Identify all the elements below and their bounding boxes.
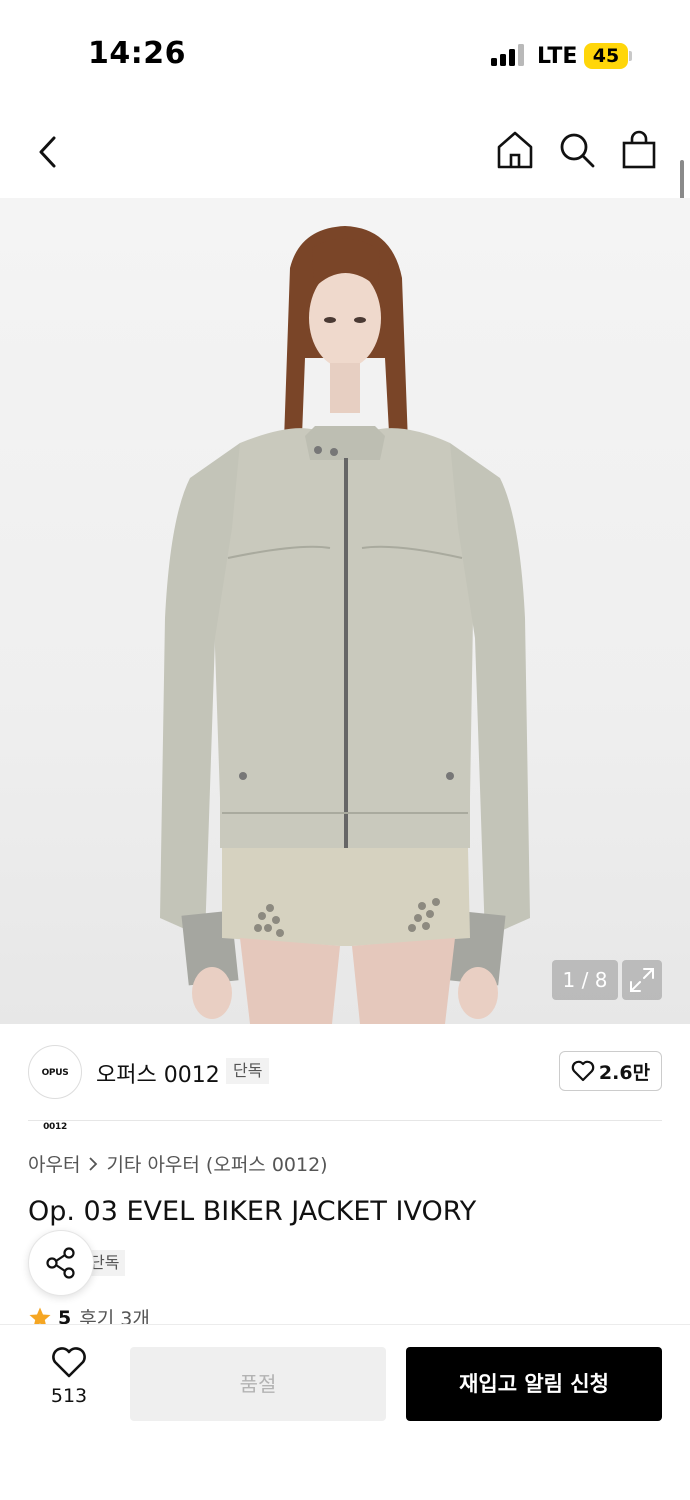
product-photo: [160, 226, 530, 1024]
expand-button[interactable]: [622, 960, 662, 1000]
wishlist-button[interactable]: 513: [38, 1347, 100, 1425]
share-icon: [46, 1247, 75, 1279]
brand-like-button[interactable]: 2.6만: [559, 1051, 662, 1091]
brand-name[interactable]: 오퍼스 0012: [96, 1057, 220, 1089]
chevron-left-icon: [39, 136, 56, 168]
search-button[interactable]: [555, 128, 599, 172]
share-button[interactable]: [28, 1230, 94, 1296]
restock-alert-button[interactable]: 재입고 알림 신청: [406, 1347, 662, 1421]
network-label: LTE: [537, 44, 578, 69]
heart-icon: [571, 1060, 595, 1082]
brand-logo[interactable]: OPUS 0012: [28, 1045, 82, 1132]
expand-icon: [630, 968, 654, 992]
home-icon: [497, 131, 533, 169]
search-icon: [560, 133, 595, 168]
breadcrumb-subcategory[interactable]: 기타 아우터 (오퍼스 0012): [106, 1150, 327, 1177]
status-time: 14:26: [88, 36, 186, 71]
home-button[interactable]: [493, 128, 537, 172]
divider: [28, 1120, 662, 1121]
product-title: Op. 03 EVEL BIKER JACKET IVORY: [28, 1196, 477, 1227]
bottom-action-bar: 513 품절 재입고 알림 신청: [0, 1324, 690, 1500]
wishlist-count: 513: [50, 1385, 88, 1407]
exclusive-badge: 단독: [226, 1058, 270, 1084]
status-bar: 14:26 LTE 45: [0, 0, 690, 110]
cart-button[interactable]: [617, 128, 661, 172]
back-button[interactable]: [26, 130, 70, 174]
heart-icon: [52, 1347, 86, 1378]
breadcrumb-category[interactable]: 아우터: [28, 1150, 80, 1177]
breadcrumb: 아우터 기타 아우터 (오퍼스 0012): [28, 1150, 328, 1177]
image-counter: 1 / 8: [552, 960, 618, 1000]
soldout-button: 품절: [130, 1347, 386, 1421]
brand-like-count: 2.6만: [598, 1061, 651, 1084]
battery-level: 45: [584, 43, 628, 69]
battery-cap: [629, 51, 632, 61]
signal-icon: [491, 44, 525, 66]
product-image[interactable]: [0, 198, 690, 1024]
shopping-bag-icon: [622, 130, 656, 169]
chevron-right-icon: [89, 1156, 98, 1171]
